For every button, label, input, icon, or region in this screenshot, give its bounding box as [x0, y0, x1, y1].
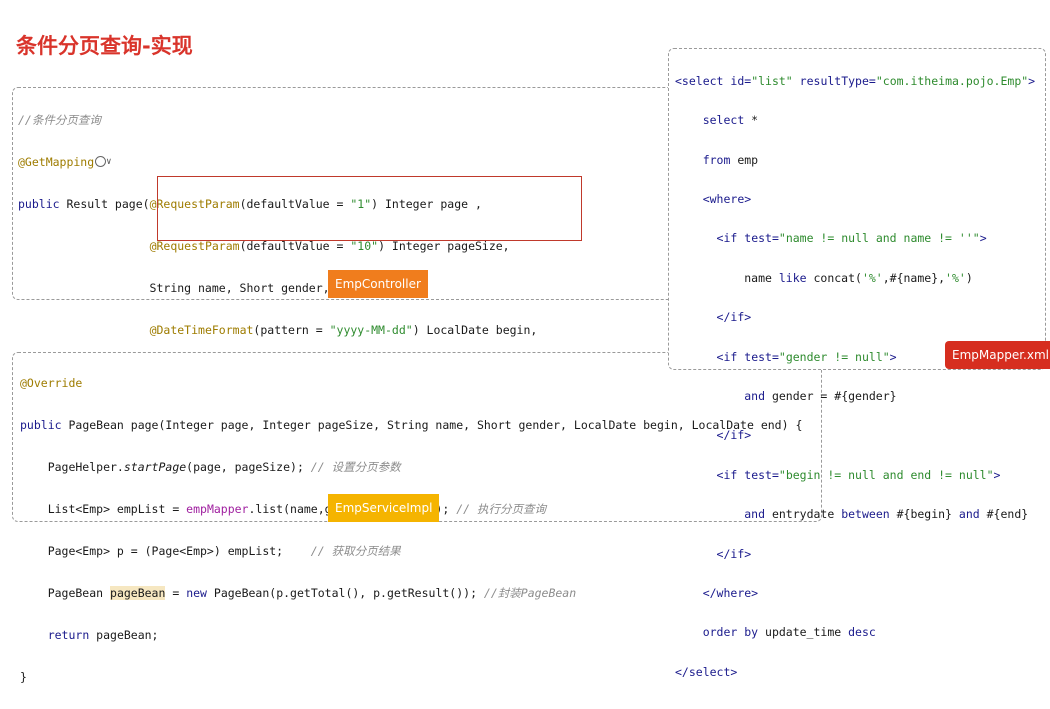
mapper-badge: EmpMapper.xml — [945, 341, 1050, 369]
code-line: //条件分页查询 — [18, 113, 101, 127]
code-line: <if test="name != null and name != ''"> — [716, 231, 987, 246]
code-line: <where> — [702, 191, 752, 206]
code-line: @GetMapping ∨ — [18, 152, 586, 173]
code-line: select * — [702, 113, 759, 128]
code-line: and entrydate between #{begin} and #{end… — [744, 507, 1029, 522]
code-line: </where> — [702, 585, 759, 600]
mapper-code: <select id="list" resultType="com.itheim… — [675, 52, 1035, 702]
controller-badge: EmpController — [328, 270, 428, 298]
gear-icon — [95, 156, 107, 167]
page-title: 条件分页查询-实现 — [16, 34, 193, 58]
chevron-down-icon: ∨ — [106, 157, 112, 167]
code-line: <select id="list" resultType="com.itheim… — [675, 73, 1036, 88]
code-line: @DateTimeFormat(pattern = "yyyy-MM-dd") … — [149, 323, 538, 337]
code-line: </if> — [716, 428, 752, 443]
code-line: </select> — [675, 664, 738, 679]
code-line: from emp — [702, 152, 759, 167]
code-line: </if> — [716, 310, 752, 325]
highlight-box — [157, 176, 582, 241]
code-line: String name, Short gender, — [18, 281, 330, 295]
code-line: and gender = #{gender} — [744, 388, 897, 403]
code-line: order by update_time desc — [702, 625, 876, 640]
code-line: </if> — [716, 546, 752, 561]
code-line: name like concat('%',#{name},'%') — [675, 270, 973, 285]
service-badge: EmpServiceImpl — [328, 494, 440, 522]
code-line: <if test="begin != null and end != null"… — [716, 467, 1001, 482]
